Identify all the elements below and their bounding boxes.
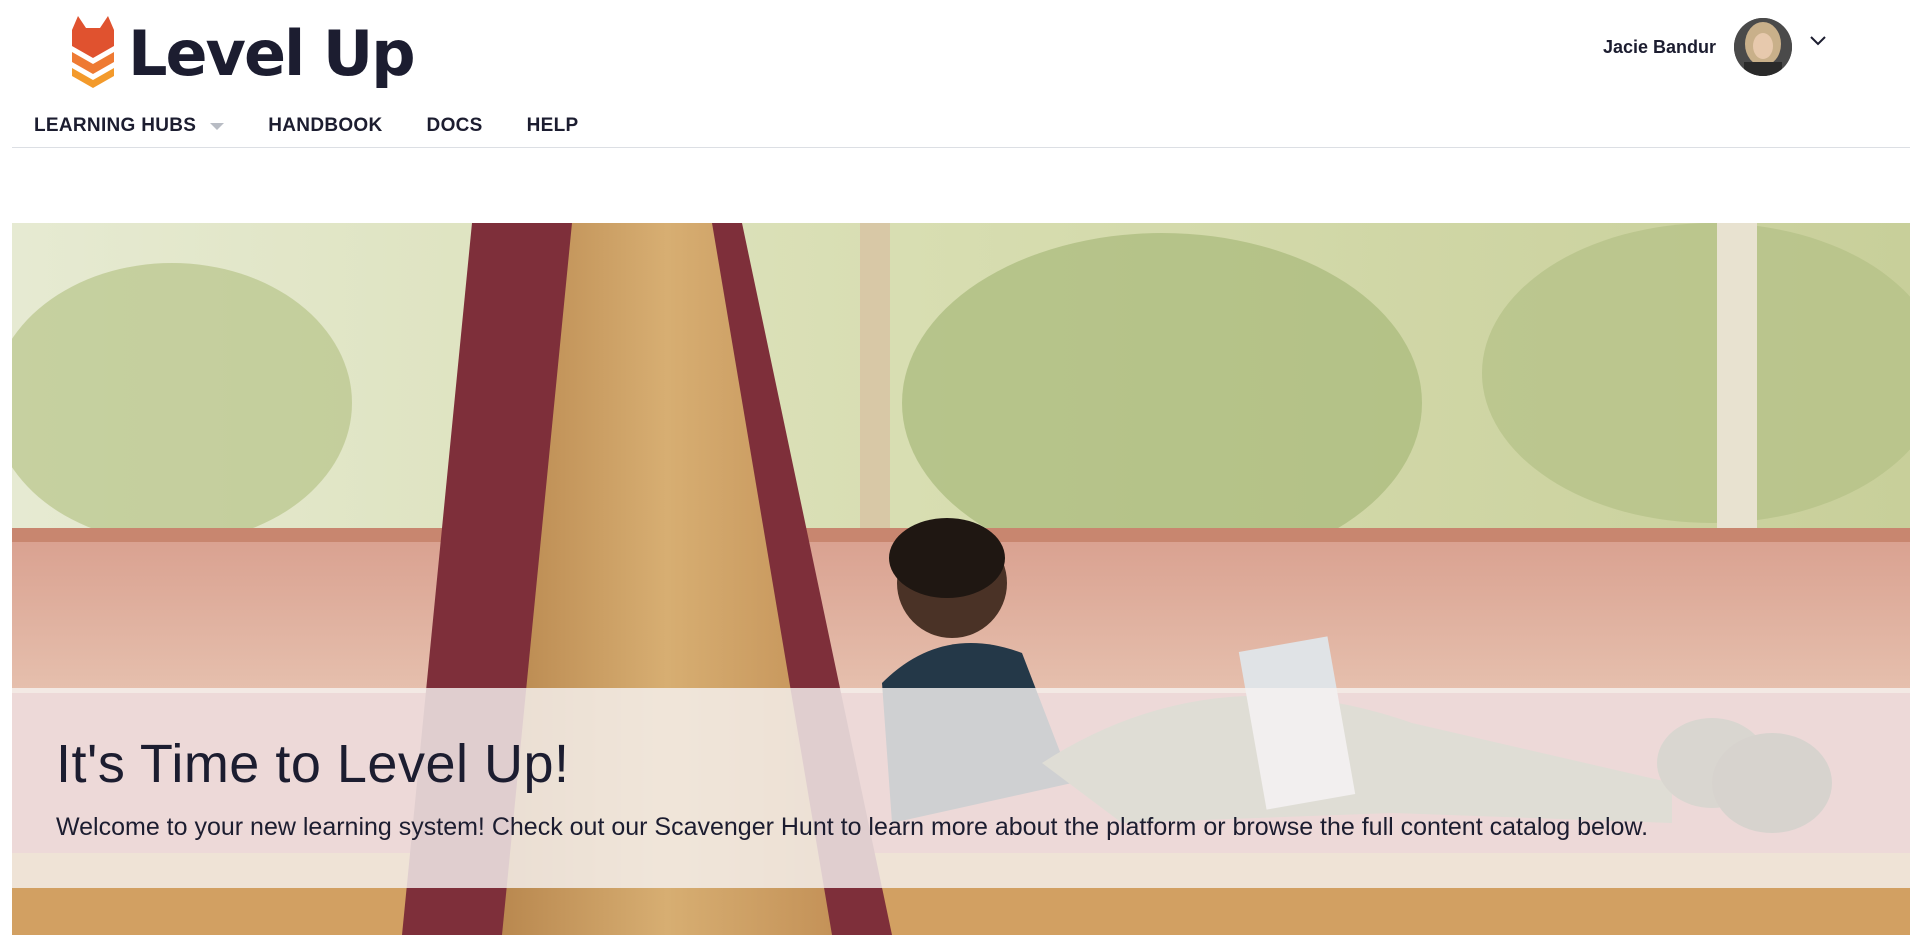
nav-item-handbook[interactable]: HANDBOOK [268, 115, 382, 137]
user-name: Jacie Bandur [1602, 36, 1716, 57]
fox-chevron-logo-icon [72, 16, 114, 88]
nav-item-label: HELP [526, 115, 579, 136]
site-header: Level Up Jacie Bandur LEARNING HUBS HAND… [0, 0, 1920, 150]
brand-logo[interactable]: Level Up [68, 16, 416, 92]
hero-title: It's Time to Level Up! [56, 734, 570, 794]
hero-subtitle: Welcome to your new learning system! Che… [56, 813, 1649, 841]
nav-item-label: HANDBOOK [268, 115, 383, 136]
user-menu[interactable]: Jacie Bandur [1603, 18, 1830, 76]
nav-item-label: DOCS [426, 115, 483, 136]
nav-item-learning-hubs[interactable]: LEARNING HUBS [34, 115, 225, 137]
hero-banner: It's Time to Level Up! Welcome to your n… [12, 223, 1910, 935]
nav-item-help[interactable]: HELP [527, 115, 579, 137]
caret-down-icon [210, 122, 225, 130]
main-nav: LEARNING HUBS HANDBOOK DOCS HELP [34, 115, 623, 137]
nav-divider [12, 147, 1910, 148]
brand-name: Level Up [128, 17, 416, 90]
avatar[interactable] [1734, 18, 1792, 76]
nav-item-docs[interactable]: DOCS [427, 115, 483, 137]
chevron-down-icon[interactable] [1806, 28, 1830, 52]
nav-item-label: LEARNING HUBS [34, 115, 197, 136]
